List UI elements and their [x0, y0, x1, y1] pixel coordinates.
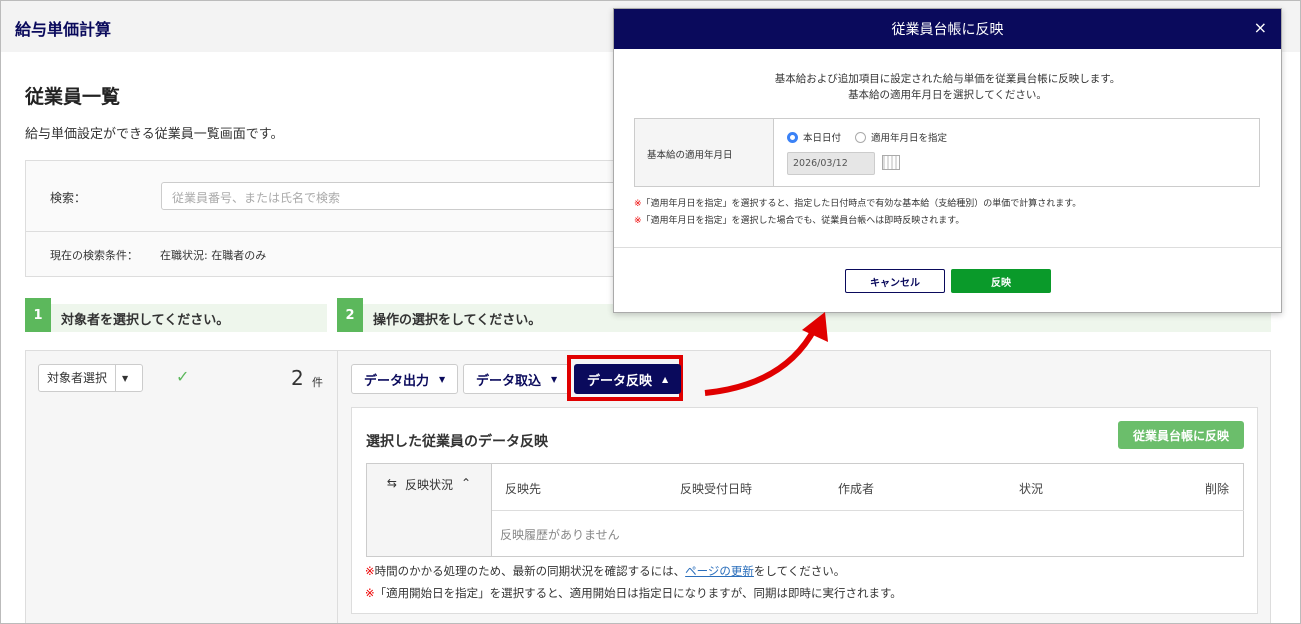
app-title: 給与単価計算: [15, 20, 112, 39]
condition-label: 現在の検索条件：: [50, 249, 138, 262]
caret-down-icon: ▼: [122, 373, 129, 383]
modal-note: ※「適用年月日を指定」を選択すると、指定した日付時点で有効な基本給（支給種別）の…: [634, 196, 1081, 209]
status-toggle-label: 反映状況: [404, 478, 453, 492]
column-header: 反映先: [505, 482, 542, 496]
caret-up-icon: ▲: [662, 374, 669, 384]
button-label: データ出力: [364, 373, 430, 389]
chevron-up-icon: ⌃: [461, 476, 472, 490]
selected-count: 2: [291, 366, 304, 390]
status-toggle[interactable]: ⇆ 反映状況 ⌃: [367, 464, 492, 556]
condition-value: 在職状況: 在職者のみ: [160, 249, 267, 262]
step-1: 1 対象者を選択してください。: [25, 298, 327, 332]
page-refresh-link[interactable]: ページの更新: [685, 564, 754, 578]
red-arrow: [704, 312, 828, 396]
note-mark: ※: [634, 199, 642, 209]
reflect-table: ⇆ 反映状況 ⌃ 反映先 反映受付日時 作成者 状況 削除 反映履歴がありません: [366, 463, 1244, 557]
note-text: 時間のかかる処理のため、最新の同期状況を確認するには、: [374, 564, 686, 578]
date-form: 基本給の適用年月日 本日日付 適用年月日を指定 2026/03/12: [634, 118, 1260, 187]
radio-unchecked-icon: [855, 131, 866, 143]
reflect-to-ledger-button[interactable]: 従業員台帳に反映: [1118, 421, 1244, 449]
count-unit: 件: [312, 376, 323, 389]
step-number: 2: [337, 298, 363, 332]
divider: [614, 247, 1281, 248]
note-refresh: ※時間のかかる処理のため、最新の同期状況を確認するには、ページの更新をしてくださ…: [365, 563, 845, 579]
target-select-dropdown[interactable]: 対象者選択 ▼: [38, 364, 143, 392]
caret-down-icon: ▼: [439, 374, 446, 384]
button-label: データ反映: [587, 373, 653, 389]
description-line: 基本給および追加項目に設定された給与単価を従業員台帳に反映します。: [774, 73, 1121, 85]
radio-label: 本日日付: [803, 133, 842, 144]
check-icon: ✓: [176, 367, 190, 386]
note-text: をしてください。: [753, 564, 846, 578]
note-text: 「適用年月日を指定」を選択した場合でも、従業員台帳へは即時反映されます。: [641, 216, 965, 226]
radio-today[interactable]: 本日日付: [787, 130, 841, 144]
data-reflect-button[interactable]: データ反映 ▲: [574, 364, 682, 394]
close-icon[interactable]: ×: [1254, 18, 1267, 37]
button-label: データ取込: [476, 373, 542, 389]
modal-note: ※「適用年月日を指定」を選択した場合でも、従業員台帳へは即時反映されます。: [634, 213, 964, 226]
page-description: 給与単価設定ができる従業員一覧画面です。: [25, 127, 284, 142]
target-select-label: 対象者選択: [39, 365, 117, 391]
divider: [337, 351, 338, 623]
apply-button[interactable]: 反映: [951, 269, 1051, 293]
page-title: 従業員一覧: [25, 86, 121, 108]
field-label: 基本給の適用年月日: [635, 119, 774, 186]
divider: [492, 510, 1244, 511]
note-text: 「適用年月日を指定」を選択すると、指定した日付時点で有効な基本給（支給種別）の単…: [641, 199, 1082, 209]
step-label: 操作の選択をしてください。: [373, 312, 542, 328]
empty-message: 反映履歴がありません: [500, 528, 620, 542]
data-import-button[interactable]: データ取込 ▼: [463, 364, 571, 394]
modal-header: 従業員台帳に反映: [614, 9, 1281, 49]
sync-user-icon: ⇆: [386, 476, 397, 490]
section-title: 選択した従業員のデータ反映: [366, 434, 548, 450]
caret-down-icon: ▼: [551, 374, 558, 384]
reflect-section: 選択した従業員のデータ反映 従業員台帳に反映 ⇆ 反映状況 ⌃ 反映先 反映受付日時…: [351, 407, 1258, 614]
note-mark: ※: [634, 216, 642, 226]
step-number: 1: [25, 298, 51, 332]
radio-label: 適用年月日を指定: [871, 133, 948, 144]
column-header: 削除: [1205, 482, 1230, 496]
radio-checked-icon: [787, 131, 798, 143]
modal-description: 基本給および追加項目に設定された給与単価を従業員台帳に反映します。 基本給の適用年…: [614, 71, 1281, 103]
note-start-date: ※「適用開始日を指定」を選択すると、適用開始日は指定日になりますが、同期は即時に…: [365, 585, 902, 601]
data-export-button[interactable]: データ出力 ▼: [351, 364, 459, 394]
search-input[interactable]: 従業員番号、または氏名で検索: [161, 182, 631, 210]
step-label: 対象者を選択してください。: [61, 312, 230, 328]
calendar-icon[interactable]: [882, 155, 900, 170]
cancel-button[interactable]: キャンセル: [845, 269, 945, 293]
note-mark: ※: [365, 586, 375, 600]
reflect-modal: 従業員台帳に反映 × 基本給および追加項目に設定された給与単価を従業員台帳に反映…: [613, 8, 1282, 313]
modal-title: 従業員台帳に反映: [891, 22, 1004, 38]
note-text: 「適用開始日を指定」を選択すると、適用開始日は指定日になりますが、同期は即時に実…: [374, 586, 902, 600]
column-header: 作成者: [838, 482, 875, 496]
radio-specify[interactable]: 適用年月日を指定: [855, 130, 947, 144]
date-input[interactable]: 2026/03/12: [787, 152, 875, 175]
column-header: 反映受付日時: [680, 482, 753, 496]
search-label: 検索：: [50, 191, 87, 205]
note-mark: ※: [365, 564, 375, 578]
description-line: 基本給の適用年月日を選択してください。: [848, 89, 1047, 101]
column-header: 状況: [1019, 482, 1044, 496]
